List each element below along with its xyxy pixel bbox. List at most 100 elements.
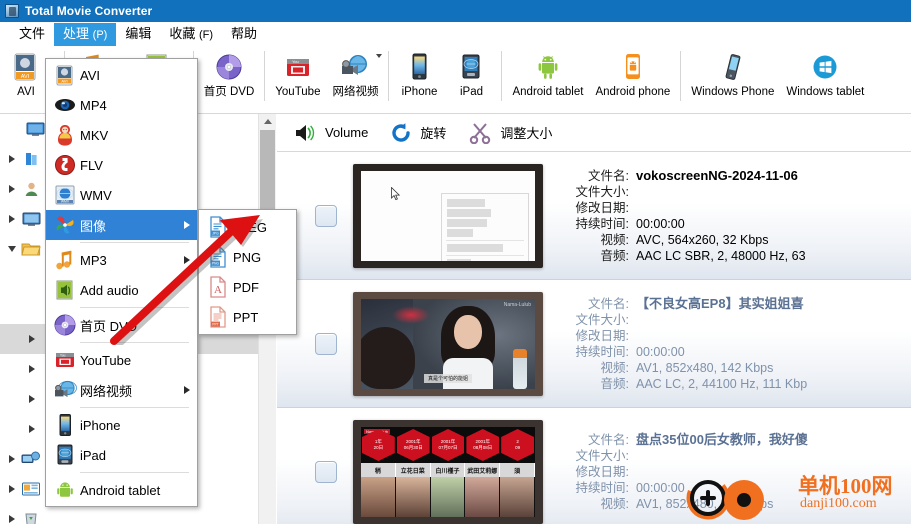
iphone-icon [408,50,430,84]
submenu-arrow-icon [184,385,190,394]
tree-expander[interactable] [4,515,20,523]
menu-item-edit[interactable]: 编辑 [116,23,160,45]
label-moddate: 修改日期 [557,464,629,480]
label-filesize: 文件大小 [557,448,629,464]
menu-item-web-video[interactable]: 网络视频 [46,375,197,405]
toolbar-button-volume[interactable]: Volume [293,122,368,144]
submenu-item-ppt[interactable]: PPT PPT [199,302,296,332]
submenu-item-jpeg[interactable]: JPG JPEG [199,212,296,242]
submenu-item-pdf[interactable]: A PDF [199,272,296,302]
thumb-name: 白川槿子 [431,463,466,478]
android-phone-icon [622,50,644,84]
menu-item-dvd[interactable]: 首页 DVD [46,310,197,340]
dvd-icon [50,312,80,338]
tree-expander[interactable] [24,425,40,433]
toolbar-button-dvd[interactable]: 首页 DVD [198,46,260,99]
menu-item-label: iPad [80,447,107,463]
toolbar-button-label: YouTube [275,86,321,98]
row-checkbox[interactable] [315,205,337,227]
toolbar-button-label: Windows tablet [786,86,865,98]
toolbar-button-youtube[interactable]: You YouTube [269,46,326,99]
folder-open-icon [20,240,42,258]
menu-item-flv[interactable]: FLV [46,150,197,180]
scroll-up-button[interactable] [259,114,276,128]
toolbar-button-windows-phone[interactable]: Windows Phone [685,46,780,99]
value-video: AV1, 852x480, 142 Kbps [636,361,774,375]
row-checkbox[interactable] [315,333,337,355]
tree-expander[interactable] [4,485,20,493]
toolbar-button-iphone[interactable]: iPhone [393,46,445,99]
menu-item-file[interactable]: 文件 [10,23,54,45]
png-file-icon: PNG [203,244,233,270]
menu-item-label: 收藏 [169,25,196,41]
video-thumbnail[interactable] [353,164,543,268]
menu-item-avi[interactable]: AVI AVI [46,60,197,90]
menu-item-label: Add audio [80,282,139,298]
watermark: 单机100网 danji100.com [676,472,911,524]
youtube-icon: You [50,347,80,373]
menu-item-add-audio[interactable]: Add audio [46,275,197,305]
row-checkbox[interactable] [315,461,337,483]
process-dropdown-menu[interactable]: AVI AVI MP4 MKV FLV WMV WMV 图像 MP3 Add a… [45,58,198,507]
table-row[interactable]: Nama-Lulub 真是个可怕的能姐 文件名【不良女高EP8】其实姐姐喜 文件… [277,280,911,408]
menu-item-wmv[interactable]: WMV WMV [46,180,197,210]
tree-expander[interactable] [4,215,20,223]
tree-expander[interactable] [4,155,20,163]
toolbar-separator [388,51,390,101]
thumb-name: 須 [500,463,535,478]
tree-expander[interactable] [24,335,40,343]
add-audio-icon [50,277,80,303]
menu-item-android-tablet[interactable]: Android tablet [46,475,197,505]
menu-item-mp4[interactable]: MP4 [46,90,197,120]
tree-expander[interactable] [4,185,20,193]
table-row[interactable]: 文件名 vokoscreenNG-2024-11-06 文件大小 修改日期 持续时… [277,152,911,280]
toolbar-button-resize[interactable]: 调整大小 [468,122,552,144]
thumb-hex: 1年 20日 [362,429,395,461]
chevron-down-icon[interactable] [376,54,383,58]
toolbar-button-web-video[interactable]: 网络视频 [326,46,384,99]
video-thumbnail[interactable]: Nama-Lulub 真是个可怕的能姐 [353,292,543,396]
menu-item-mp3[interactable]: MP3 [46,245,197,275]
menu-item-help[interactable]: 帮助 [222,23,266,45]
toolbar-button-android-phone[interactable]: Android phone [589,46,676,99]
menu-item-process[interactable]: 处理 (P) [54,22,117,46]
file-list[interactable]: 文件名 vokoscreenNG-2024-11-06 文件大小 修改日期 持续时… [277,152,911,524]
submenu-item-png[interactable]: PNG PNG [199,242,296,272]
title-bar: Total Movie Converter [0,0,911,22]
video-thumbnail[interactable]: Nama-Lulub 1年20日 2001年06月30日 2001年07月07日… [353,420,543,524]
menu-separator [80,472,189,473]
toolbar-button-windows-tablet[interactable]: Windows tablet [780,46,870,99]
toolbar-button-label: Windows Phone [691,86,775,98]
tree-expander[interactable] [24,365,40,373]
label-filesize: 文件大小 [557,184,629,200]
mp3-icon [50,247,80,273]
menu-separator [80,407,189,408]
user-icon [20,180,42,198]
toolbar-button-ipad[interactable]: iPad [445,46,497,99]
image-format-submenu[interactable]: JPG JPEG PNG PNG A PDF PPT PPT [198,209,297,335]
tree-expander[interactable] [4,455,20,463]
toolbar-button-label: 首页 DVD [203,86,255,98]
menu-item-youtube[interactable]: You YouTube [46,345,197,375]
menu-item-label: 图像 [80,218,107,234]
tree-expander[interactable] [24,395,40,403]
toolbar-button-rotate[interactable]: 旋转 [390,122,446,144]
rotate-icon [390,122,414,144]
thumbnail-context-menu-preview [441,193,529,261]
ipad-icon [50,442,80,468]
tree-expander[interactable] [4,246,20,252]
menu-item-mkv[interactable]: MKV [46,120,197,150]
menu-item-ipad[interactable]: iPad [46,440,197,470]
menu-item-label: YouTube [80,352,132,368]
menu-item-iphone[interactable]: iPhone [46,410,197,440]
menu-item-image[interactable]: 图像 [46,210,197,240]
thumb-hex: 2001年 07月07日 [431,429,465,461]
thumbnail-subtitle: 真是个可怕的能姐 [423,374,473,383]
speaker-icon [293,122,319,144]
tree-item-recycle-bin[interactable] [0,504,258,524]
label-audio: 音频 [557,248,629,264]
label-filename: 文件名 [557,168,629,184]
menu-item-favorites[interactable]: 收藏 (F) [160,23,222,46]
label-video: 视频 [557,496,629,512]
toolbar-button-android-tablet[interactable]: Android tablet [506,46,589,99]
